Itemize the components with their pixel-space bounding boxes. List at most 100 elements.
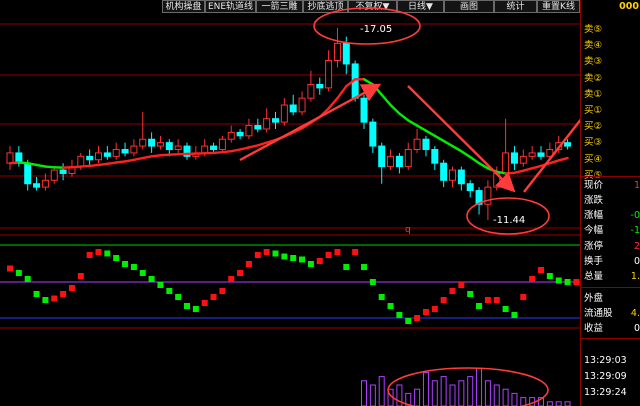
- candle: [254, 118, 262, 133]
- candle-body: [201, 145, 209, 154]
- ma-segment: [88, 163, 100, 168]
- candle-body: [537, 152, 545, 157]
- ma-segment: [159, 153, 171, 157]
- volume-bar: [511, 392, 518, 406]
- ma-segment: [469, 155, 481, 165]
- candle: [33, 176, 41, 191]
- ma-segment: [70, 165, 83, 169]
- candle: [103, 146, 111, 160]
- quote-stat-row: 换手 0: [584, 255, 640, 269]
- oscillator-point: [184, 303, 190, 309]
- candle-body: [440, 162, 448, 181]
- candle: [440, 159, 448, 188]
- ma-segment: [44, 165, 56, 169]
- candle: [139, 111, 147, 150]
- moving-average-line: [8, 78, 569, 175]
- ma-segment: [442, 139, 454, 148]
- candle: [449, 166, 456, 188]
- ma-segment: [460, 150, 472, 159]
- candle: [263, 108, 271, 133]
- ma-segment: [8, 161, 21, 165]
- oscillator-point: [192, 306, 199, 312]
- candle: [289, 94, 297, 116]
- candle: [475, 187, 483, 215]
- quote-stat-label: 今幅: [584, 225, 604, 236]
- ma-segment: [513, 169, 525, 174]
- oscillator-point: [51, 295, 58, 302]
- candle: [369, 118, 377, 153]
- oscillator-point: [7, 265, 13, 272]
- quote-stat-value: 4.: [630, 308, 640, 319]
- ma-segment: [247, 144, 259, 149]
- candle-body: [59, 169, 67, 174]
- candle: [130, 139, 138, 157]
- oscillator-point: [77, 273, 84, 279]
- ma-segment: [362, 78, 375, 86]
- oscillator-point: [148, 276, 155, 282]
- ma-segment: [336, 84, 348, 100]
- order-book-row: 买④: [584, 153, 603, 165]
- candle-body: [369, 121, 377, 147]
- candle-body: [112, 148, 120, 157]
- candle-body: [148, 138, 156, 147]
- oscillator-point: [414, 315, 421, 321]
- candle-body: [280, 104, 288, 123]
- oscillator-point: [511, 312, 518, 318]
- ma-segment: [221, 150, 233, 154]
- oscillator-point: [431, 306, 438, 312]
- oscillator-point: [281, 253, 288, 260]
- oscillator-point: [86, 252, 93, 258]
- volume-bar: [458, 380, 465, 406]
- candle: [95, 146, 102, 164]
- oscillator-point: [396, 312, 403, 318]
- ma-segment: [398, 112, 410, 122]
- volume-bar: [361, 380, 367, 406]
- oscillator-point: [68, 285, 75, 291]
- oscillator-point: [343, 264, 350, 270]
- candle-body: [360, 97, 368, 123]
- oscillator-point: [122, 261, 129, 267]
- quote-stat-row: 涨跌: [584, 194, 640, 208]
- candle: [378, 142, 386, 184]
- candle: [156, 135, 164, 150]
- oscillator-point: [493, 297, 500, 303]
- ma-segment: [407, 119, 419, 127]
- kline-chart[interactable]: -17.05 -11.44 q: [0, 0, 580, 406]
- candle-body: [342, 42, 350, 65]
- quote-stat-row: 涨幅 -0: [584, 209, 640, 223]
- oscillator-point: [237, 270, 244, 276]
- candle: [183, 142, 191, 160]
- ma-segment: [522, 167, 534, 172]
- oscillator-point: [325, 252, 332, 258]
- volume-bar: [502, 388, 509, 406]
- volume-bar: [422, 371, 429, 406]
- candle: [395, 152, 403, 174]
- volume-bar: [484, 380, 491, 406]
- ma-segment: [495, 170, 507, 175]
- volume-bar: [555, 401, 562, 406]
- oscillator-point: [378, 294, 385, 300]
- panel-divider: [581, 338, 640, 339]
- candle: [519, 149, 527, 167]
- candle: [245, 118, 253, 140]
- candle-body: [263, 118, 271, 130]
- high-price-label: -17.05: [360, 24, 392, 35]
- ma-segment: [35, 163, 47, 168]
- candle: [218, 135, 226, 153]
- quote-stat-value: -1: [630, 225, 640, 236]
- candle-body: [519, 155, 527, 164]
- candle-body: [130, 145, 138, 154]
- candle: [148, 132, 156, 153]
- ma-segment: [389, 103, 401, 115]
- quote-stat-row: 流通股 4.: [584, 307, 640, 321]
- quote-stat-value: 2: [633, 241, 640, 252]
- candle: [466, 180, 474, 198]
- oscillator-point: [307, 261, 314, 267]
- volume-bar: [467, 376, 474, 406]
- quote-stat-label: 换手: [584, 256, 604, 267]
- oscillator-point: [316, 258, 323, 264]
- candle: [422, 135, 430, 157]
- candle-body: [218, 138, 226, 150]
- quote-stat-value: 0: [633, 323, 640, 334]
- oscillator-point: [130, 264, 137, 270]
